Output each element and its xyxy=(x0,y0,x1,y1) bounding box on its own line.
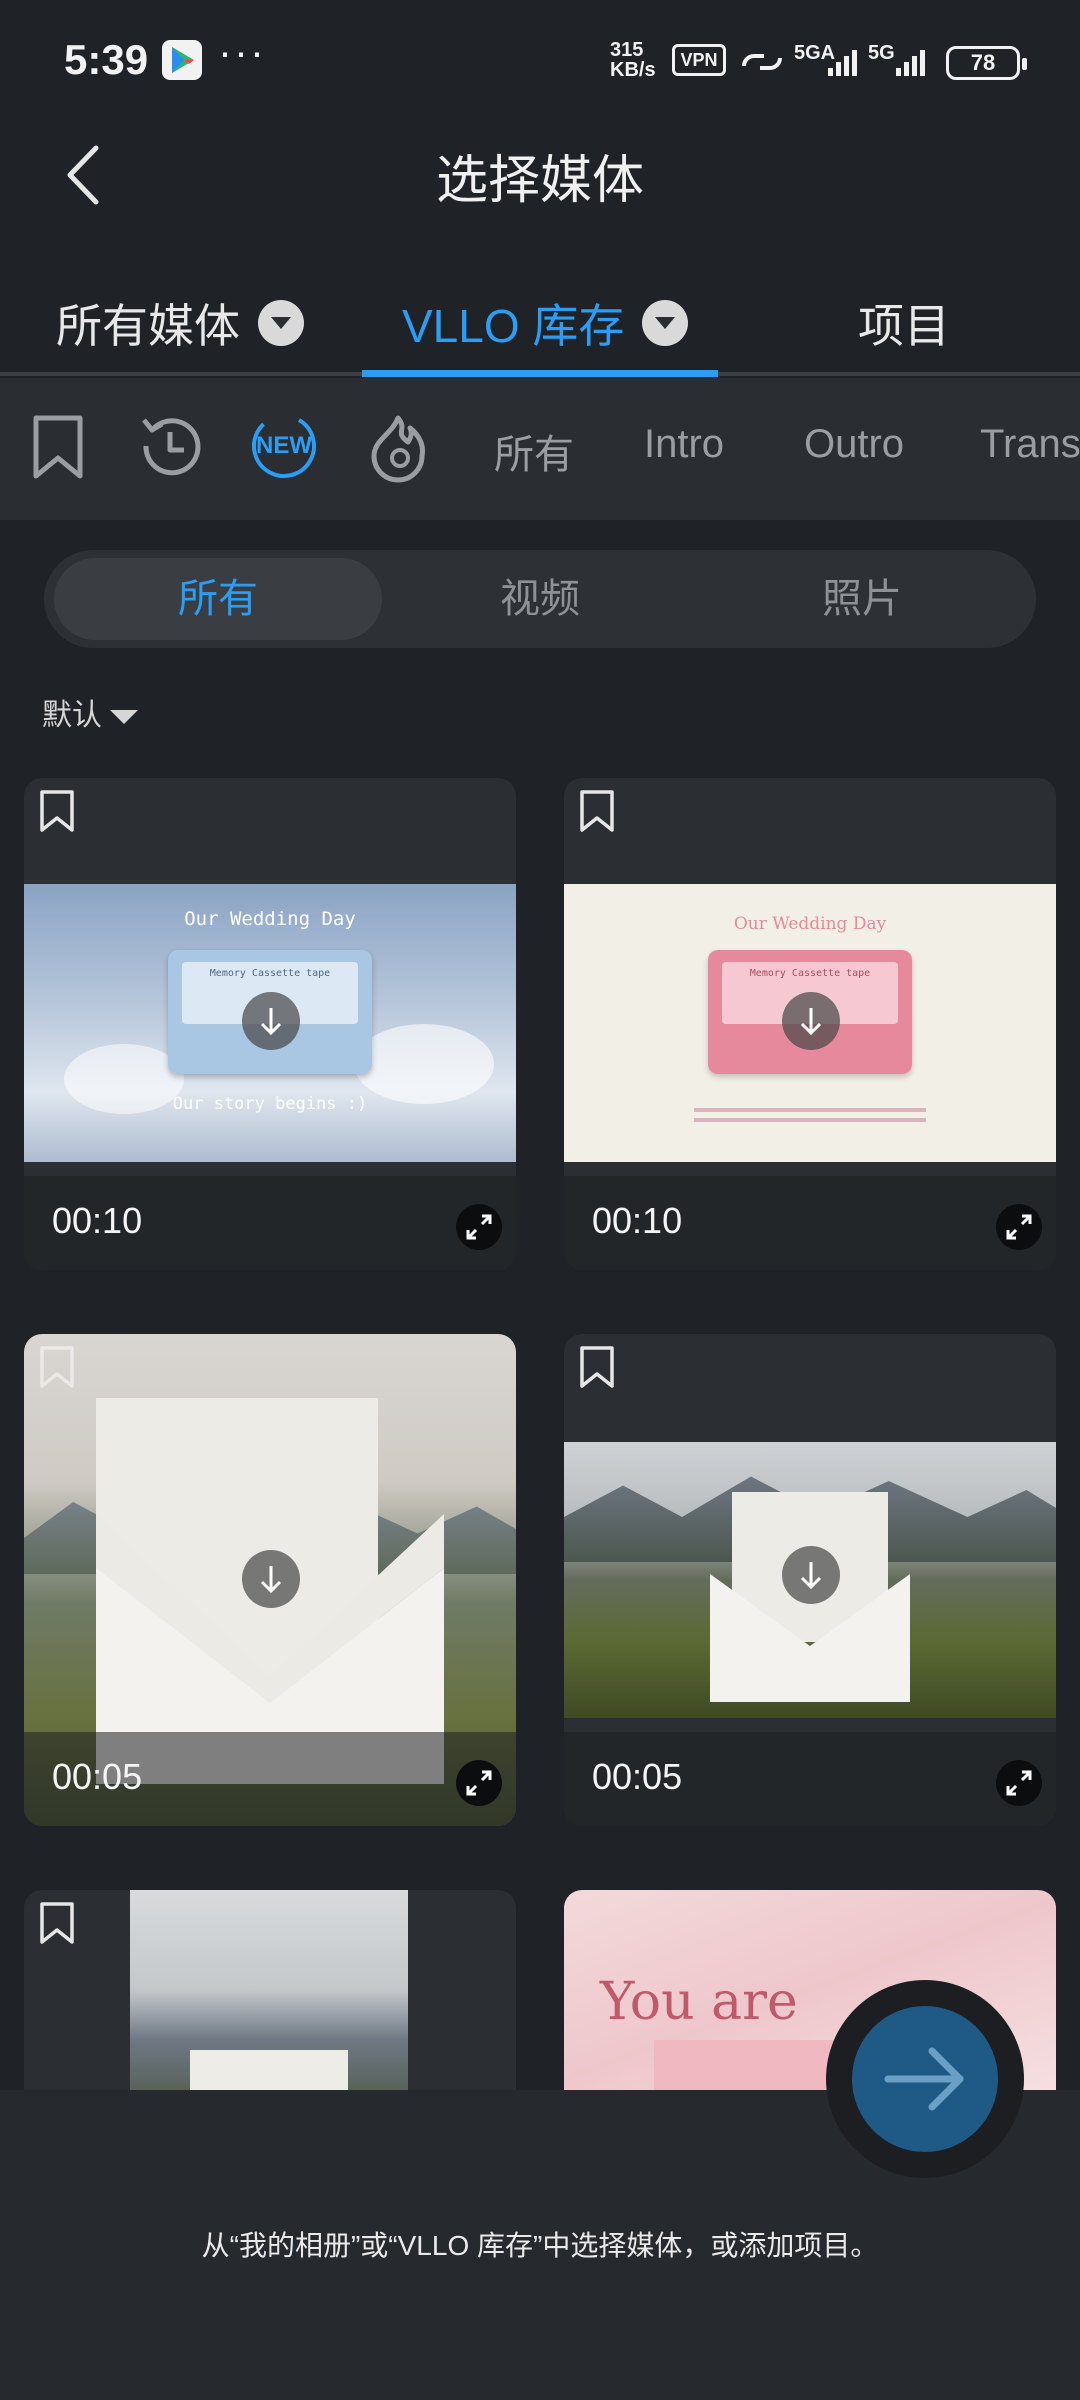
text-line xyxy=(694,1118,926,1122)
new-badge-label: NEW xyxy=(256,432,312,459)
link-icon xyxy=(742,54,782,70)
category-all[interactable]: 所有 xyxy=(494,422,574,480)
bookmark-icon[interactable] xyxy=(18,406,98,486)
network-speed: 315 KB/s xyxy=(610,40,656,80)
cloud-shape xyxy=(354,1024,494,1104)
page: 5:39 ··· 315 KB/s VPN 5GA 5G 78 选择媒体 所有媒… xyxy=(0,0,1080,2400)
arrow-right-icon xyxy=(884,2047,964,2111)
expand-icon[interactable] xyxy=(456,1760,502,1806)
speed-unit: KB/s xyxy=(610,59,656,81)
media-card[interactable]: Our Wedding Day Memory Cassette tape 00:… xyxy=(564,778,1056,1270)
segment-all[interactable]: 所有 xyxy=(54,558,382,640)
hot-flame-icon[interactable] xyxy=(358,406,438,486)
media-type-segment: 所有 视频 照片 xyxy=(44,550,1036,648)
media-thumbnail xyxy=(130,1890,408,2090)
media-card[interactable]: Our Wedding Day Memory Cassette tape Our… xyxy=(24,778,516,1270)
chevron-down-icon xyxy=(642,300,689,346)
bookmark-icon[interactable] xyxy=(36,1344,78,1390)
bookmark-icon[interactable] xyxy=(36,788,78,834)
thumb-title: Our Wedding Day xyxy=(733,914,887,934)
category-outro[interactable]: Outro xyxy=(804,422,904,467)
tab-projects[interactable]: 项目 xyxy=(858,270,950,376)
more-notifications-icon: ··· xyxy=(218,28,266,75)
cassette-label-text: Memory Cassette tape xyxy=(749,968,871,979)
play-store-icon xyxy=(162,40,202,80)
tab-vllo-library-label: VLLO 库存 xyxy=(402,300,625,352)
bookmark-icon[interactable] xyxy=(36,1900,78,1946)
page-title: 选择媒体 xyxy=(435,152,644,210)
cassette-label-text: Memory Cassette tape xyxy=(209,968,331,979)
bookmark-icon[interactable] xyxy=(576,788,618,834)
sort-label: 默认 xyxy=(42,699,102,732)
source-tabs: 所有媒体 VLLO 库存 项目 xyxy=(0,270,1080,380)
bottom-hint: 从“我的相册”或“VLLO 库存”中选择媒体，或添加项目。 xyxy=(201,2230,879,2261)
category-bar: NEW 所有 Intro Outro Trans xyxy=(0,378,1080,520)
chevron-down-icon xyxy=(258,300,304,346)
tab-vllo-library[interactable]: VLLO 库存 xyxy=(402,270,689,376)
network-type-2: 5G xyxy=(868,42,895,64)
text-line xyxy=(694,1108,926,1112)
sort-dropdown[interactable]: 默认 xyxy=(42,690,138,734)
segment-photo[interactable]: 照片 xyxy=(698,558,1026,640)
caret-down-icon xyxy=(110,710,138,725)
new-icon[interactable]: NEW xyxy=(244,406,324,486)
media-card[interactable] xyxy=(24,1890,516,2090)
battery-icon: 78 xyxy=(946,46,1027,80)
expand-icon[interactable] xyxy=(996,1760,1042,1806)
expand-icon[interactable] xyxy=(456,1204,502,1250)
thumb-title: Our Wedding Day xyxy=(184,908,356,930)
segment-video[interactable]: 视频 xyxy=(376,558,704,640)
download-icon[interactable] xyxy=(782,992,840,1050)
vpn-badge: VPN xyxy=(672,44,726,76)
media-card[interactable]: 00:05 xyxy=(24,1334,516,1826)
download-icon[interactable] xyxy=(782,1546,840,1604)
duration-label: 00:05 xyxy=(52,1756,143,1797)
active-tab-indicator xyxy=(362,370,718,377)
duration-label: 00:10 xyxy=(52,1200,143,1241)
expand-icon[interactable] xyxy=(996,1204,1042,1250)
envelope-shape xyxy=(190,2050,348,2090)
bookmark-icon[interactable] xyxy=(576,1344,618,1390)
category-transition[interactable]: Trans xyxy=(980,422,1080,467)
media-card[interactable]: 00:05 xyxy=(564,1334,1056,1826)
next-button[interactable] xyxy=(852,2006,998,2152)
status-time: 5:39 xyxy=(64,36,149,83)
duration-label: 00:10 xyxy=(592,1200,683,1241)
download-icon[interactable] xyxy=(242,1550,300,1608)
download-icon[interactable] xyxy=(242,992,300,1050)
tab-all-media-label: 所有媒体 xyxy=(56,300,240,352)
history-icon[interactable] xyxy=(130,406,210,486)
signal-icon-2 xyxy=(896,50,925,76)
speed-value: 315 xyxy=(610,39,644,61)
duration-label: 00:05 xyxy=(592,1756,683,1797)
status-bar: 5:39 ··· 315 KB/s VPN 5GA 5G 78 xyxy=(0,0,1080,120)
tab-all-media[interactable]: 所有媒体 xyxy=(56,270,304,376)
thumb-caption: You are xyxy=(600,1972,798,2032)
signal-icon xyxy=(828,50,857,76)
tab-projects-label: 项目 xyxy=(858,300,950,352)
thumb-subtitle: Our story begins :) xyxy=(172,1094,368,1114)
category-intro[interactable]: Intro xyxy=(644,422,724,467)
